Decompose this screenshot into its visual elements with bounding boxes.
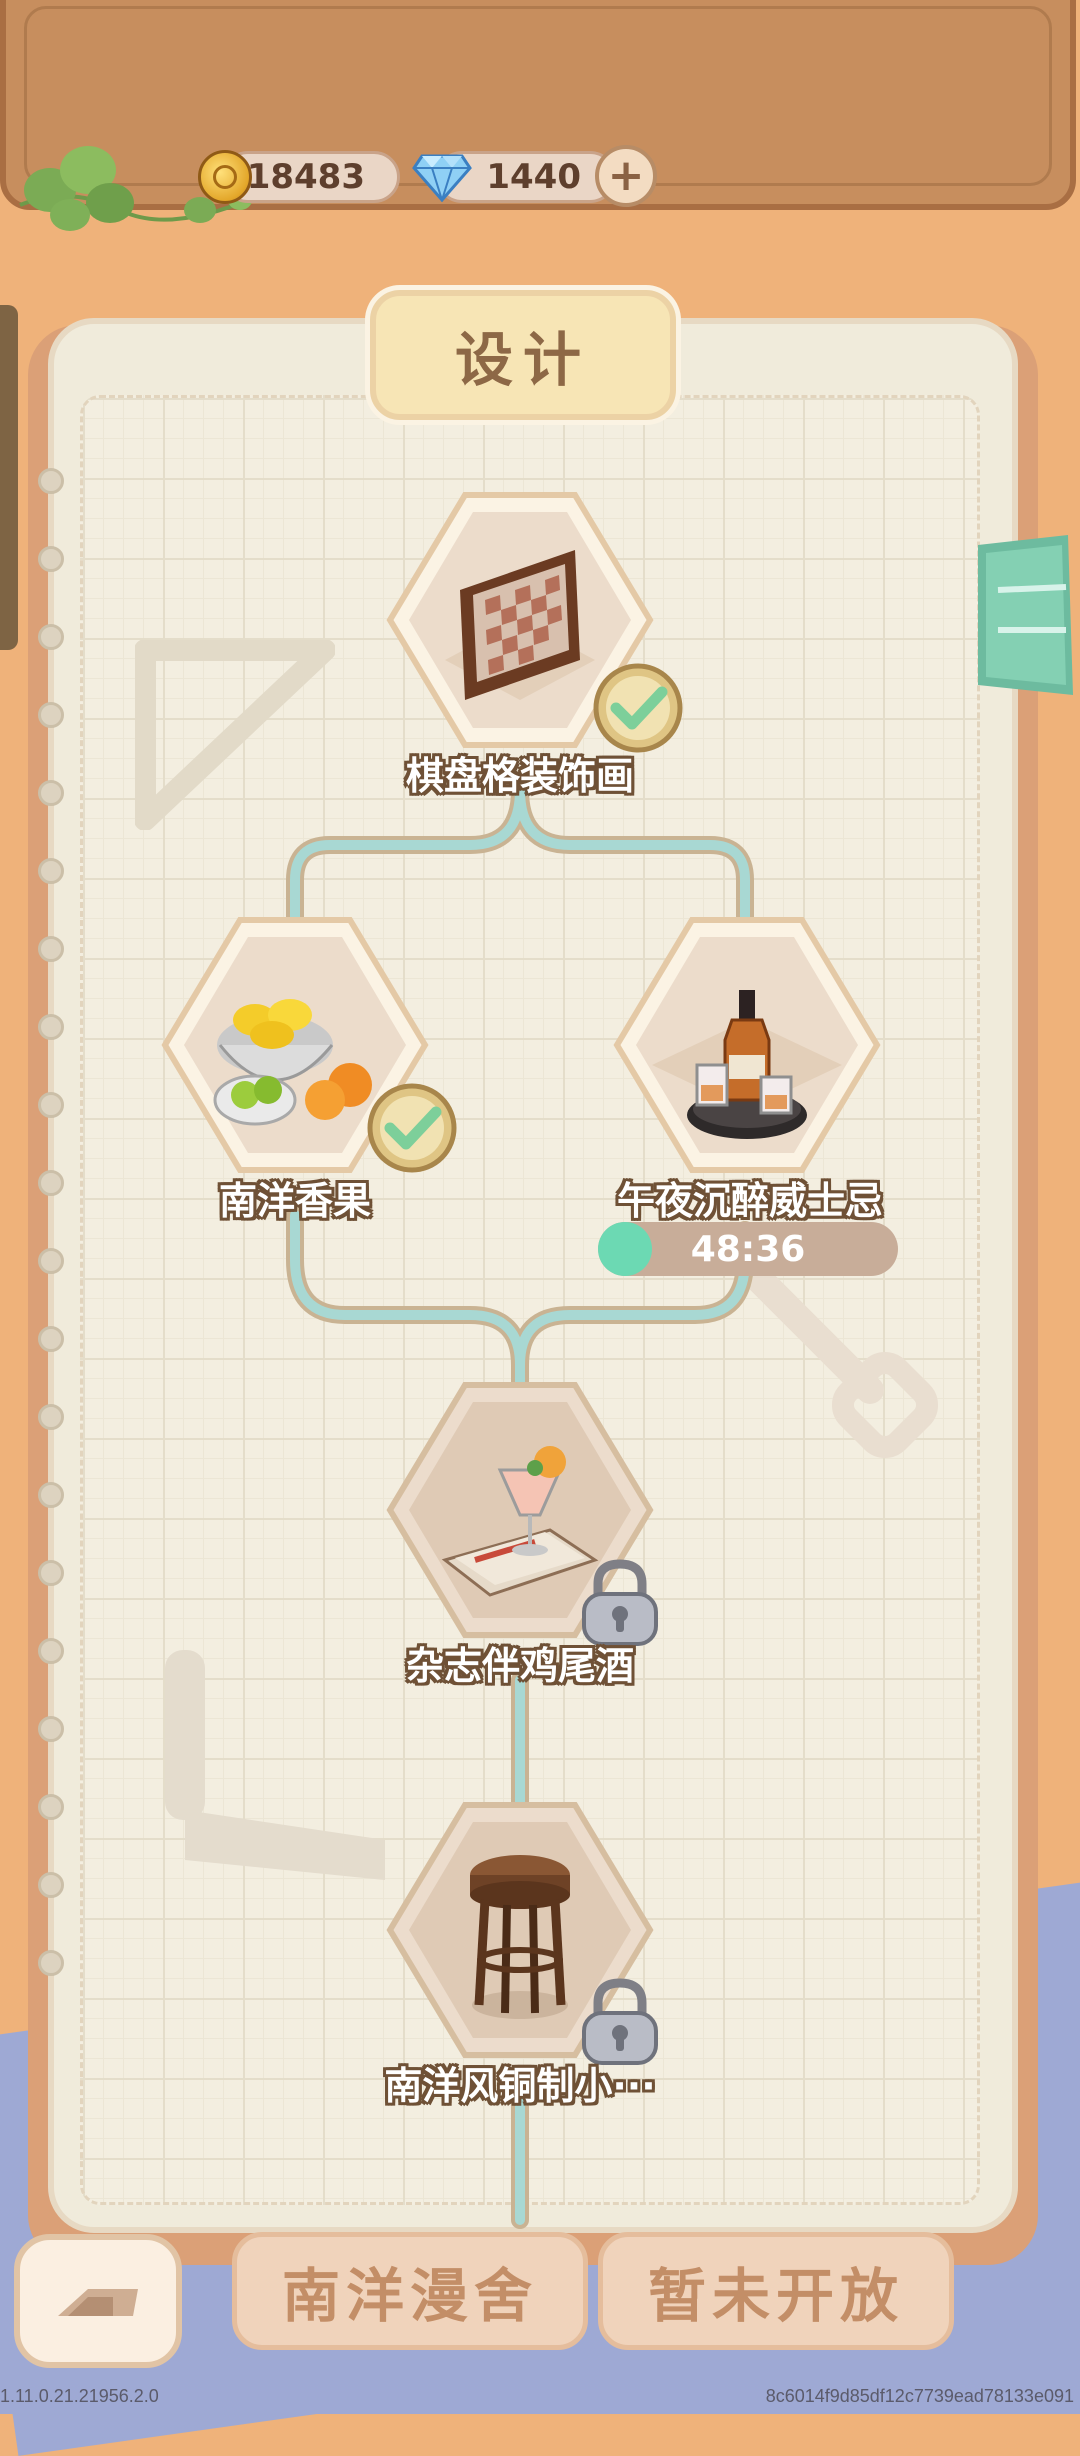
whisky-tray-icon bbox=[687, 990, 807, 1139]
build-hash-text: 8c6014f9d85df12c7739ead78133e091 bbox=[765, 2386, 1074, 2406]
completed-check-icon bbox=[367, 1083, 457, 1173]
fruit-bowl-icon bbox=[213, 999, 372, 1126]
craft-timer: 48:36 bbox=[598, 1222, 898, 1276]
chessboard-painting-icon bbox=[460, 550, 580, 700]
back-button[interactable] bbox=[14, 2234, 182, 2368]
node-label-stool: 南洋风铜制小··· bbox=[384, 2064, 656, 2108]
design-node-whisky[interactable] bbox=[612, 915, 882, 1175]
timer-progress-fill bbox=[598, 1222, 652, 1276]
node-label-cocktail: 杂志伴鸡尾酒 bbox=[405, 1644, 634, 1688]
page-title: 设计 bbox=[370, 290, 676, 420]
completed-check-icon bbox=[593, 663, 683, 753]
node-label-whisky: 午夜沉醉威士忌 bbox=[616, 1179, 883, 1223]
node-label-chessboard: 棋盘格装饰画 bbox=[405, 754, 634, 798]
lock-icon bbox=[582, 1978, 658, 2065]
tab-current-series[interactable]: 南洋漫舍 bbox=[232, 2232, 588, 2350]
node-label-fruit: 南洋香果 bbox=[218, 1179, 371, 1223]
cocktail-magazine-icon bbox=[441, 1446, 599, 1597]
back-arrow-icon bbox=[58, 2289, 138, 2316]
stool-icon bbox=[470, 1855, 570, 2019]
version-text: 1.11.0.21.21956.2.0 bbox=[0, 2386, 159, 2406]
tab-next-series[interactable]: 暂未开放 bbox=[598, 2232, 954, 2350]
